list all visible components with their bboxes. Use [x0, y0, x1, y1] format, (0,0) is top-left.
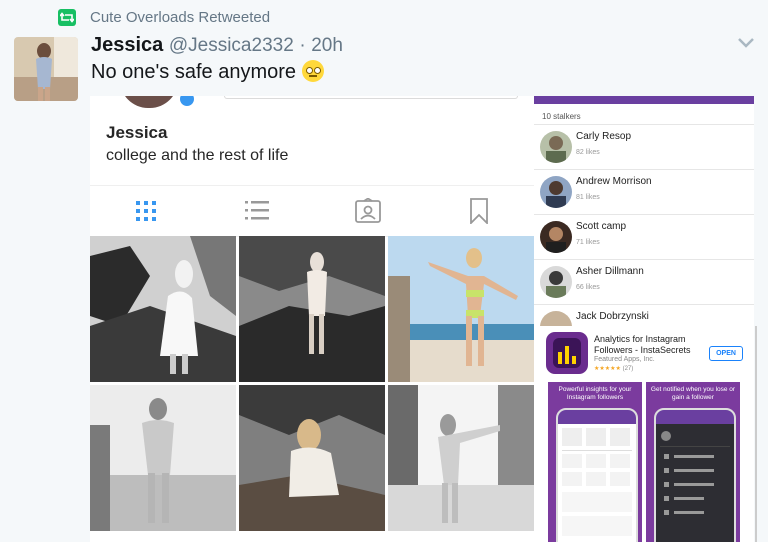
star-icons: ★★★★★ — [594, 366, 621, 372]
tagged-icon — [355, 197, 381, 224]
profile-tabs — [90, 185, 534, 237]
phone-mockup — [556, 408, 638, 542]
photo-grid — [90, 236, 534, 542]
stalker-name: Andrew Morrison — [576, 176, 652, 187]
stalker-likes: 82 likes — [576, 149, 600, 156]
stalker-likes: 81 likes — [576, 194, 600, 201]
app-header-bar — [534, 96, 754, 104]
avatar — [540, 131, 572, 163]
tweet-author[interactable]: Jessica @Jessica2332 · 20h — [91, 34, 343, 57]
app-title: Analytics for Instagram Followers - Inst… — [594, 334, 691, 355]
stalker-count: 10 stalkers — [542, 112, 581, 121]
retweet-icon — [58, 9, 76, 26]
avatar — [540, 176, 572, 208]
beach-photo-1 — [90, 236, 236, 382]
stalker-name: Scott camp — [576, 221, 627, 232]
list-icon — [244, 198, 270, 224]
stalker-name: Jack Dobrzynski — [576, 311, 649, 322]
separator: · — [299, 35, 306, 56]
edit-profile-button — [224, 96, 518, 99]
list-item: Asher Dillmann 66 likes — [534, 259, 754, 304]
list-item: Scott camp 71 likes — [534, 214, 754, 259]
beach-photo-5 — [239, 385, 385, 531]
chevron-down-icon[interactable] — [737, 36, 755, 54]
bookmark-icon — [466, 198, 492, 226]
stalker-name: Carly Resop — [576, 131, 632, 142]
avatar — [540, 311, 572, 326]
promo-caption: Powerful insights for your Instagram fol… — [558, 386, 632, 401]
list-item: Carly Resop 82 likes — [534, 124, 754, 169]
app-developer: Featured Apps, Inc. — [594, 356, 655, 363]
add-story-badge — [178, 96, 196, 108]
promo-panel: Powerful insights for your Instagram fol… — [548, 382, 642, 542]
tweet-body: No one's safe anymore — [91, 61, 297, 83]
profile-photo — [120, 96, 178, 108]
app-rating: ★★★★★ (27) — [594, 365, 633, 372]
rating-count: (27) — [622, 366, 634, 372]
display-name[interactable]: Jessica — [91, 34, 163, 56]
beach-photo-6 — [388, 385, 534, 531]
phone-mockup — [654, 408, 736, 542]
stalker-likes: 66 likes — [576, 284, 600, 291]
beach-photo-2 — [239, 236, 385, 382]
avatar — [540, 221, 572, 253]
timestamp[interactable]: 20h — [311, 35, 343, 56]
profile-name: Jessica — [106, 123, 168, 142]
handle[interactable]: @Jessica2332 — [169, 35, 294, 56]
stalker-name: Asher Dillmann — [576, 266, 644, 277]
promo-caption: Get notified when you lose or gain a fol… — [650, 386, 736, 401]
scrollbar[interactable] — [755, 326, 757, 542]
list-item: Jack Dobrzynski — [534, 304, 754, 326]
instagram-profile-screenshot[interactable]: Jessica college and the rest of life — [90, 96, 534, 542]
promo-panel: Get notified when you lose or gain a fol… — [646, 382, 740, 542]
retweeted-by-label[interactable]: Cute Overloads Retweeted — [90, 9, 270, 26]
stalker-likes: 71 likes — [576, 239, 600, 246]
beach-photo-4 — [90, 385, 236, 531]
tweet-text: No one's safe anymore — [91, 60, 325, 84]
beach-photo-3 — [388, 236, 534, 382]
avatar[interactable] — [14, 37, 78, 101]
open-button[interactable]: OPEN — [709, 346, 743, 361]
stalkers-app-screenshot[interactable]: 10 stalkers Carly Resop 82 likes Andrew … — [534, 96, 754, 326]
rolling-eyes-emoji — [302, 60, 325, 82]
app-store-card[interactable]: Analytics for Instagram Followers - Inst… — [534, 326, 754, 542]
grid-icon — [133, 198, 159, 224]
avatar — [540, 266, 572, 298]
app-icon — [546, 332, 588, 374]
list-item: Andrew Morrison 81 likes — [534, 169, 754, 214]
profile-bio: college and the rest of life — [106, 147, 289, 164]
